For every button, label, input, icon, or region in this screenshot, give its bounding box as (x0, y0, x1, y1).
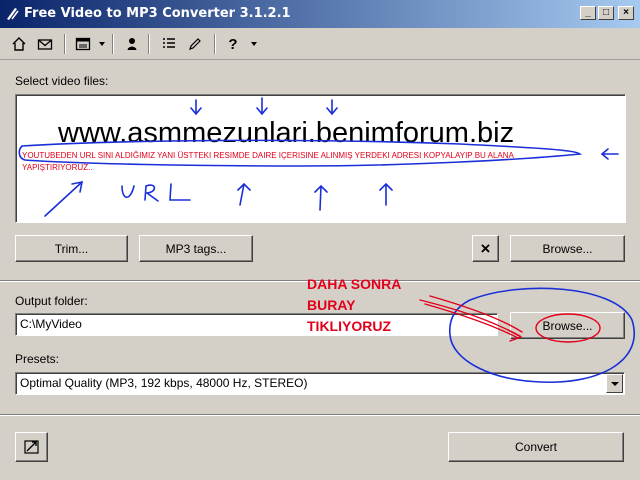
instruction-line-1: DAHA SONRA (307, 276, 402, 292)
output-folder-value: C:\MyVideo (20, 317, 82, 331)
mp3-tags-button[interactable]: MP3 tags... (139, 235, 253, 262)
close-button[interactable]: × (618, 6, 634, 20)
browse-output-button[interactable]: Browse... (510, 312, 625, 339)
trim-button[interactable]: Trim... (15, 235, 128, 262)
toolbar-separator (148, 34, 150, 54)
toolbar: ? (0, 28, 640, 60)
home-icon[interactable] (8, 33, 30, 55)
app-icon (7, 8, 19, 20)
resize-icon (23, 440, 39, 454)
minimize-button[interactable]: _ (580, 6, 596, 20)
chevron-down-icon[interactable] (99, 42, 105, 46)
output-folder-label: Output folder: (15, 294, 88, 308)
window-title: Free Video to MP3 Converter 3.1.2.1 (24, 6, 291, 21)
pen-icon[interactable] (184, 33, 206, 55)
presets-label: Presets: (15, 352, 60, 366)
divider (0, 414, 640, 416)
toolbar-separator (64, 34, 66, 54)
settings-button[interactable] (15, 432, 48, 462)
select-files-label: Select video files: (15, 74, 109, 88)
clear-button[interactable]: × (472, 235, 499, 262)
divider (0, 280, 640, 282)
browse-files-button[interactable]: Browse... (510, 235, 625, 262)
chevron-down-icon (610, 381, 619, 386)
title-bar: Free Video to MP3 Converter 3.1.2.1 _ □ … (0, 0, 640, 28)
list-icon[interactable] (158, 33, 180, 55)
toolbar-separator (112, 34, 114, 54)
window-list-icon[interactable] (72, 33, 94, 55)
chevron-down-icon[interactable] (251, 42, 257, 46)
output-folder-input[interactable]: C:\MyVideo (15, 313, 498, 336)
toolbar-separator (214, 34, 216, 54)
convert-button[interactable]: Convert (448, 432, 624, 462)
mail-icon[interactable] (34, 33, 56, 55)
maximize-button[interactable]: □ (598, 6, 614, 20)
video-file-list[interactable] (15, 94, 626, 223)
presets-dropdown-button[interactable] (606, 374, 623, 393)
presets-select[interactable]: Optimal Quality (MP3, 192 kbps, 48000 Hz… (15, 372, 625, 395)
presets-selected-value: Optimal Quality (MP3, 192 kbps, 48000 Hz… (20, 376, 308, 390)
help-icon[interactable]: ? (222, 33, 244, 55)
user-icon[interactable] (121, 33, 143, 55)
instruction-line-2: BURAY (307, 297, 356, 313)
